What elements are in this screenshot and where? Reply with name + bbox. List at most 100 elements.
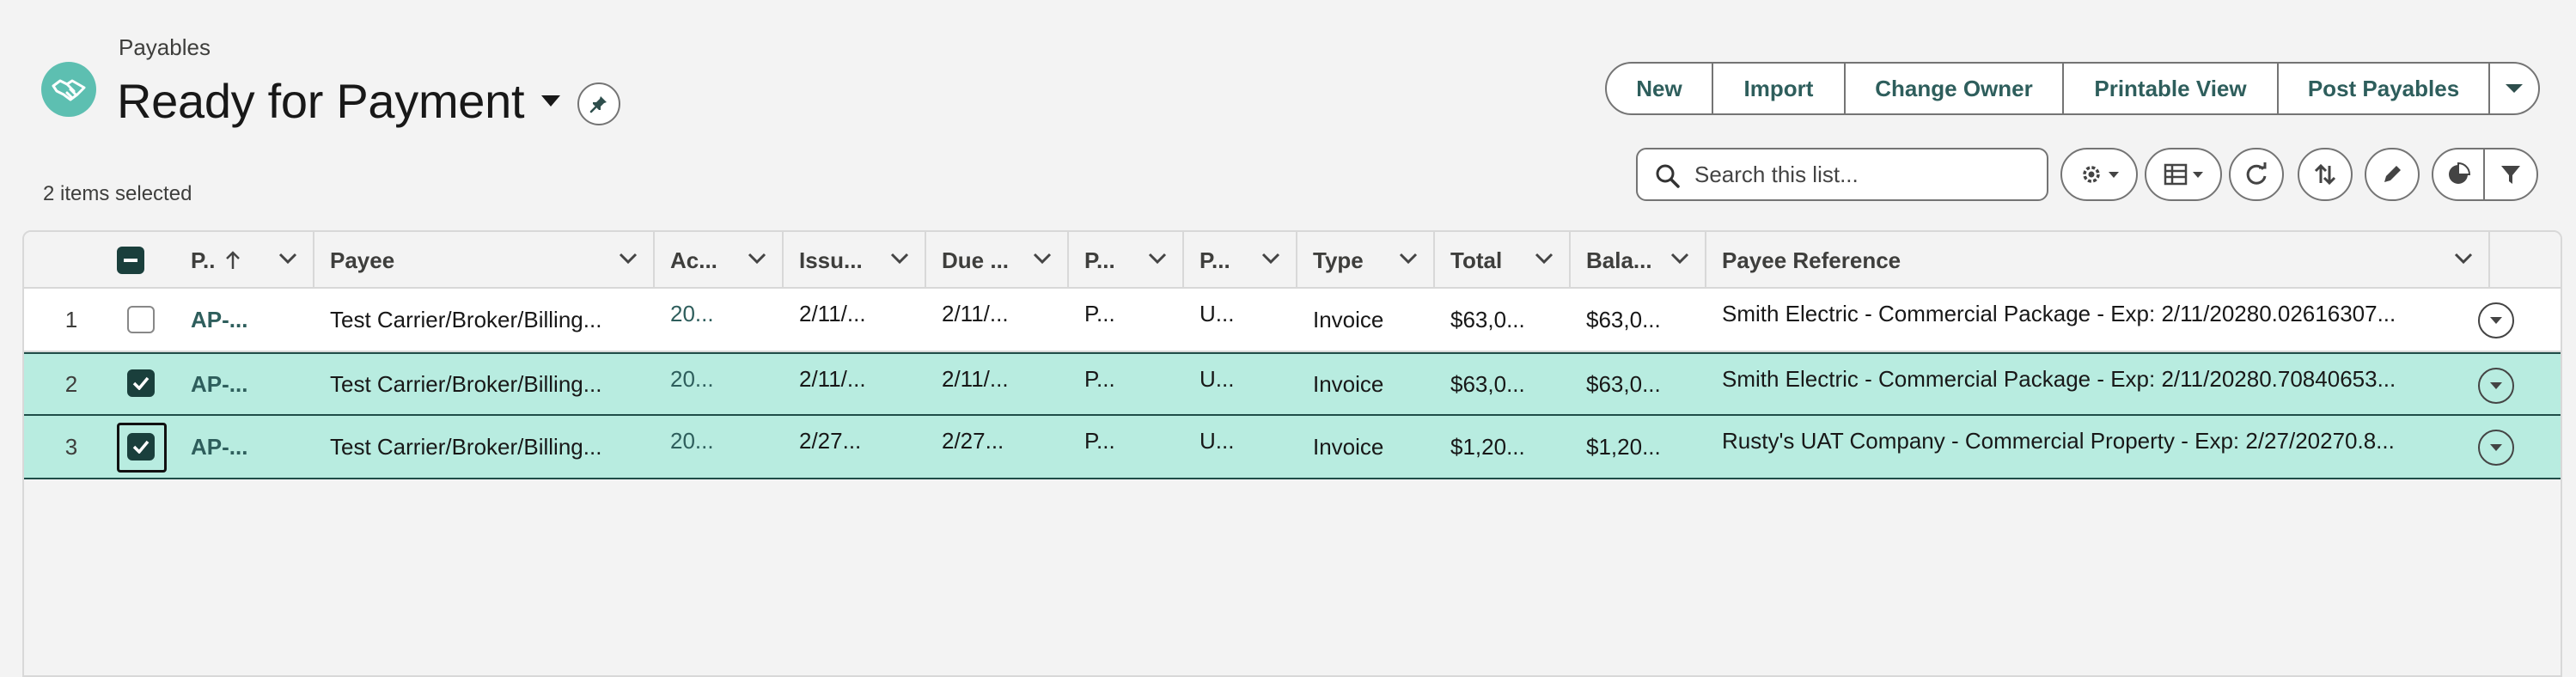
- change-owner-button[interactable]: Change Owner: [1846, 64, 2064, 113]
- column-header-payable-name[interactable]: P..: [182, 232, 314, 289]
- pin-list-button[interactable]: [577, 82, 620, 125]
- chevron-down-icon: [2490, 317, 2502, 324]
- payee-cell: Test Carrier/Broker/Billing...: [330, 433, 602, 460]
- select-all-checkbox[interactable]: [117, 232, 144, 289]
- chevron-down-icon[interactable]: [1670, 253, 1689, 265]
- chevron-down-icon[interactable]: [1148, 253, 1167, 265]
- new-button[interactable]: New: [1607, 64, 1713, 113]
- column-label: Due ...: [942, 247, 1010, 273]
- column-header-payee-reference[interactable]: Payee Reference: [1706, 232, 2490, 289]
- due-date-cell: 2/11/...: [942, 301, 1009, 326]
- settings-icon: [2083, 166, 2100, 183]
- pin-icon: [589, 96, 607, 113]
- p1-cell: P...: [1084, 301, 1115, 326]
- column-header-issue-date[interactable]: Issu...: [784, 232, 926, 289]
- column-label: Payee: [330, 247, 395, 273]
- check-icon: [132, 376, 150, 390]
- issue-date-cell: 2/27...: [799, 428, 862, 454]
- column-label: Bala...: [1586, 247, 1652, 273]
- chevron-down-icon[interactable]: [1535, 253, 1554, 265]
- display-as-button[interactable]: [2145, 148, 2222, 201]
- table-header: P.. Payee Ac... Issu... Due ... P... P..…: [24, 232, 2561, 289]
- column-header-balance[interactable]: Bala...: [1571, 232, 1706, 289]
- post-payables-button[interactable]: Post Payables: [2279, 64, 2490, 113]
- issue-date-cell: 2/11/...: [799, 366, 866, 392]
- payable-name-link[interactable]: AP-...: [182, 416, 302, 478]
- account-cell[interactable]: 20...: [670, 289, 777, 351]
- payable-name-link[interactable]: AP-...: [182, 289, 302, 351]
- payee-cell: Test Carrier/Broker/Billing...: [330, 370, 602, 397]
- chevron-down-icon[interactable]: [619, 253, 638, 265]
- column-header-account[interactable]: Ac...: [655, 232, 784, 289]
- column-header-payee[interactable]: Payee: [314, 232, 655, 289]
- import-button[interactable]: Import: [1713, 64, 1846, 113]
- chevron-down-icon[interactable]: [748, 253, 766, 265]
- check-icon: [132, 440, 150, 454]
- chevron-down-icon[interactable]: [278, 253, 297, 265]
- row-number: 2: [64, 370, 78, 397]
- refresh-button[interactable]: [2229, 148, 2284, 201]
- column-header-p1[interactable]: P...: [1069, 232, 1184, 289]
- printable-view-button[interactable]: Printable View: [2064, 64, 2279, 113]
- selected-count: 2 items selected: [43, 182, 192, 205]
- chart-icon: [2449, 162, 2470, 184]
- chevron-down-icon[interactable]: [1261, 253, 1280, 265]
- search-icon: [1656, 164, 1680, 188]
- chevron-down-icon[interactable]: [1399, 253, 1418, 265]
- table-view-icon: [2164, 163, 2188, 186]
- payee-reference-cell: Smith Electric - Commercial Package - Ex…: [1722, 366, 2396, 392]
- row-actions-button[interactable]: [2478, 302, 2514, 338]
- chevron-down-icon: [2490, 444, 2502, 451]
- list-settings-button[interactable]: [2060, 148, 2138, 201]
- account-cell[interactable]: 20...: [670, 416, 777, 478]
- column-label: Issu...: [799, 247, 863, 273]
- chevron-down-icon: [2490, 382, 2502, 389]
- total-cell: $63,0...: [1450, 306, 1525, 332]
- column-label: P...: [1084, 247, 1115, 273]
- row-checkbox[interactable]: [127, 433, 155, 460]
- more-actions-button[interactable]: [2490, 64, 2538, 113]
- table-row[interactable]: 3 AP-... Test Carrier/Broker/Billing... …: [24, 416, 2561, 479]
- page-title: Ready for Payment: [117, 73, 525, 128]
- edit-icon: [2384, 166, 2401, 182]
- column-label: P...: [1199, 247, 1230, 273]
- row-actions-button[interactable]: [2478, 368, 2514, 404]
- p2-cell: U...: [1199, 366, 1235, 392]
- total-cell: $63,0...: [1450, 370, 1525, 397]
- chevron-down-icon[interactable]: [1033, 253, 1052, 265]
- row-actions-button[interactable]: [2478, 430, 2514, 466]
- type-cell: Invoice: [1313, 433, 1384, 460]
- column-header-due-date[interactable]: Due ...: [926, 232, 1069, 289]
- total-cell: $1,20...: [1450, 433, 1525, 460]
- row-number: 3: [64, 433, 78, 460]
- balance-cell: $1,20...: [1586, 433, 1661, 460]
- column-label: Type: [1313, 247, 1364, 273]
- chevron-down-icon: [2506, 84, 2523, 93]
- type-cell: Invoice: [1313, 306, 1384, 332]
- chevron-down-icon[interactable]: [2454, 253, 2473, 265]
- balance-cell: $63,0...: [1586, 306, 1661, 332]
- caret-down-icon[interactable]: [541, 95, 561, 107]
- table-row[interactable]: 1 AP-... Test Carrier/Broker/Billing... …: [24, 289, 2561, 352]
- table-row[interactable]: 2 AP-... Test Carrier/Broker/Billing... …: [24, 352, 2561, 416]
- edit-list-button[interactable]: [2365, 148, 2420, 201]
- chart-button[interactable]: [2433, 149, 2485, 199]
- payable-name-link[interactable]: AP-...: [182, 354, 302, 414]
- chevron-down-icon[interactable]: [890, 253, 909, 265]
- sort-icon: [2314, 163, 2336, 186]
- column-header-type[interactable]: Type: [1297, 232, 1435, 289]
- payee-cell: Test Carrier/Broker/Billing...: [330, 306, 602, 332]
- row-checkbox[interactable]: [127, 369, 155, 397]
- search-input[interactable]: [1693, 160, 2047, 189]
- refresh-icon: [2246, 162, 2267, 185]
- column-header-total[interactable]: Total: [1435, 232, 1571, 289]
- due-date-cell: 2/27...: [942, 428, 1004, 454]
- sort-button[interactable]: [2298, 148, 2353, 201]
- filter-button[interactable]: [2485, 149, 2536, 199]
- payables-icon: [41, 62, 96, 117]
- column-header-p2[interactable]: P...: [1184, 232, 1297, 289]
- account-cell[interactable]: 20...: [670, 354, 777, 414]
- row-checkbox[interactable]: [127, 306, 155, 333]
- list-view-switcher[interactable]: Ready for Payment: [117, 70, 561, 131]
- column-label: P..: [191, 247, 216, 273]
